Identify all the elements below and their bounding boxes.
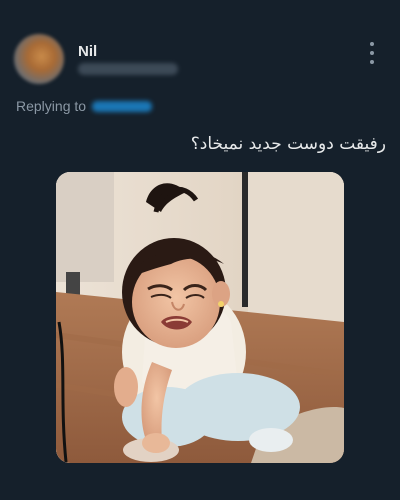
author-handle-redacted: [78, 63, 178, 75]
replying-to-line: Replying to: [16, 98, 153, 114]
avatar[interactable]: [14, 34, 64, 84]
reply-handle-redacted[interactable]: [92, 100, 153, 112]
tweet-card: Nil Replying to رفیقت دوست جدید نمیخاد؟: [0, 0, 400, 500]
tweet-media-image[interactable]: [56, 172, 344, 463]
tweet-text: رفیقت دوست جدید نمیخاد؟: [190, 134, 386, 154]
author-name[interactable]: Nil: [78, 43, 97, 60]
replying-to-label: Replying to: [16, 98, 87, 114]
more-vertical-icon[interactable]: [364, 42, 380, 64]
